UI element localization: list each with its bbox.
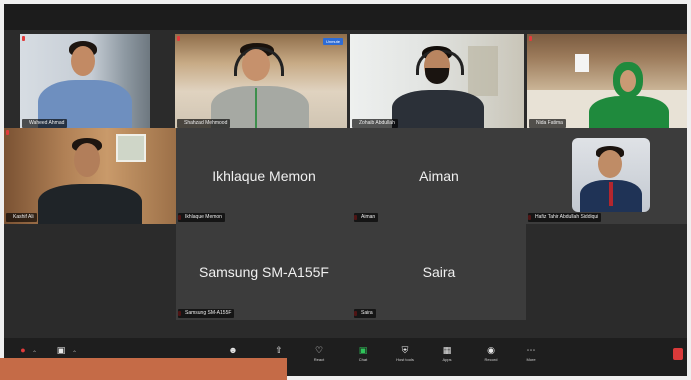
- participant-display-name: Ikhlaque Memon: [212, 168, 316, 184]
- overlay-bar: [0, 358, 287, 380]
- camera-icon: ▣: [56, 345, 66, 355]
- participant-name: Waheed Ahmad: [22, 119, 68, 128]
- chat-icon: ▣: [358, 345, 368, 355]
- participant-name: Saira: [354, 309, 376, 318]
- participant-name: Kashif Ali: [6, 213, 37, 222]
- participants-icon: ☻: [228, 345, 238, 355]
- participant-display-name: Samsung SM-A155F: [199, 264, 329, 280]
- unmute-badge[interactable]: Unmute: [322, 38, 343, 45]
- participant-name: Shahzad Mehmood: [177, 119, 231, 128]
- video-tile-4[interactable]: Nida Fatima: [527, 34, 687, 130]
- name-tile-ikhlaque[interactable]: Ikhlaque Memon Ikhlaque Memon: [176, 128, 352, 224]
- react-icon: ♡: [314, 345, 324, 355]
- participant-name: Hafiz Tahir Abdullah Siddiqui: [528, 213, 602, 222]
- share-icon: ⇧: [275, 345, 283, 355]
- profile-photo: [572, 138, 650, 212]
- photo-tile-hafiz[interactable]: Hafiz Tahir Abdullah Siddiqui: [526, 128, 687, 224]
- apps-icon: ▦: [442, 345, 452, 355]
- mic-off-icon: [22, 36, 25, 41]
- name-tile-samsung[interactable]: Samsung SM-A155F Samsung SM-A155F: [176, 224, 352, 320]
- host-tools-button[interactable]: ⛨ Host tools: [388, 342, 422, 370]
- apps-button[interactable]: ▦ Apps: [430, 342, 464, 370]
- end-meeting-button[interactable]: [673, 348, 683, 360]
- participant-name: Samsung SM-A155F: [178, 309, 235, 318]
- participant-display-name: Aiman: [419, 168, 459, 184]
- name-tile-aiman[interactable]: Aiman Aiman: [352, 128, 526, 224]
- chevron-up-icon[interactable]: ⌃: [72, 350, 77, 357]
- video-tile-1[interactable]: Waheed Ahmad: [20, 34, 150, 130]
- participant-name: Zohaib Abdullah: [352, 119, 398, 128]
- top-bar: [4, 4, 687, 30]
- participant-name: Nida Fatima: [529, 119, 566, 128]
- chevron-up-icon[interactable]: ⌃: [32, 350, 37, 357]
- more-icon: ⋯: [526, 345, 536, 355]
- mic-off-icon: [6, 130, 9, 135]
- participant-name: Ikhlaque Memon: [178, 213, 225, 222]
- mic-off-icon: [529, 36, 532, 41]
- video-tile-3[interactable]: Zohaib Abdullah: [350, 34, 524, 130]
- meeting-window: Waheed Ahmad Unmute Shahzad Mehmood Zoha…: [4, 4, 687, 376]
- participant-name: Aiman: [354, 213, 379, 222]
- shield-icon: ⛨: [401, 345, 409, 355]
- name-tile-saira[interactable]: Saira Saira: [352, 224, 526, 320]
- chat-button[interactable]: ▣ Chat: [346, 342, 380, 370]
- record-button[interactable]: ◉ Record: [474, 342, 508, 370]
- mic-off-icon: ●: [20, 345, 26, 355]
- more-button[interactable]: ⋯ More: [514, 342, 548, 370]
- record-icon: ◉: [487, 345, 495, 355]
- participant-display-name: Saira: [422, 264, 456, 280]
- mic-off-icon: [177, 36, 180, 41]
- video-tile-5[interactable]: Kashif Ali: [4, 128, 176, 224]
- react-button[interactable]: ♡ React: [302, 342, 336, 370]
- video-tile-2[interactable]: Unmute Shahzad Mehmood: [175, 34, 347, 130]
